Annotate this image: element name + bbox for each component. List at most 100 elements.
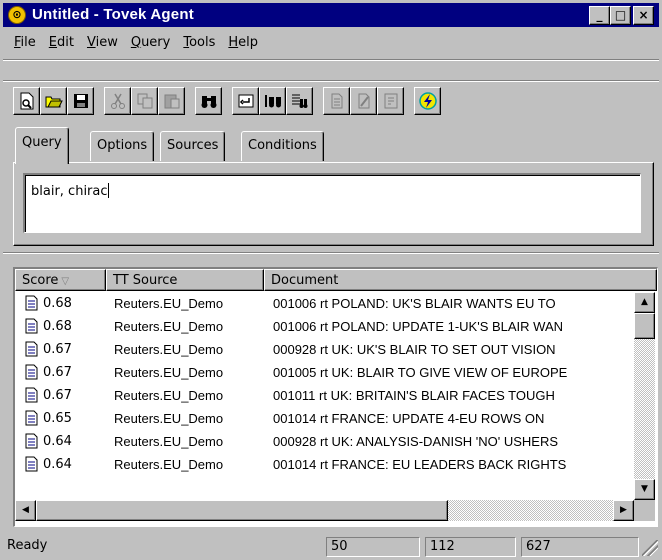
document-icon bbox=[25, 364, 38, 380]
close-button[interactable]: × bbox=[633, 6, 654, 25]
tab-conditions[interactable]: Conditions bbox=[241, 131, 324, 161]
table-row[interactable]: 0.67 Reuters.EU_Demo 001011 rt UK: BRITA… bbox=[15, 384, 633, 407]
search-hits-button[interactable] bbox=[259, 87, 286, 115]
document-cell: 001006 rt POLAND: UK'S BLAIR WANTS EU TO bbox=[273, 296, 556, 311]
menu-view[interactable]: View bbox=[87, 35, 118, 50]
menu-file[interactable]: File bbox=[14, 35, 36, 50]
enter-query-icon bbox=[238, 94, 253, 108]
new-query-button[interactable] bbox=[13, 87, 40, 115]
properties-button[interactable] bbox=[377, 87, 404, 115]
source-cell: Reuters.EU_Demo bbox=[114, 434, 224, 449]
table-row[interactable]: 0.68 Reuters.EU_Demo 001006 rt POLAND: U… bbox=[15, 292, 633, 315]
copy-button[interactable] bbox=[131, 87, 158, 115]
source-cell: Reuters.EU_Demo bbox=[114, 411, 224, 426]
lightning-execute-icon bbox=[418, 92, 437, 110]
query-input[interactable]: blair, chirac bbox=[23, 173, 641, 233]
scroll-up-button[interactable]: ▲ bbox=[634, 292, 655, 313]
menu-query[interactable]: Query bbox=[131, 35, 171, 50]
scroll-left-button[interactable]: ◀ bbox=[15, 500, 36, 521]
table-row[interactable]: 0.64 Reuters.EU_Demo 001014 rt FRANCE: E… bbox=[15, 453, 633, 476]
document-cell: 001011 rt UK: BRITAIN'S BLAIR FACES TOUG… bbox=[273, 388, 555, 403]
document-cell: 001006 rt POLAND: UPDATE 1-UK'S BLAIR WA… bbox=[273, 319, 564, 334]
document-cell: 000928 rt UK: ANALYSIS-DANISH 'NO' USHER… bbox=[273, 434, 559, 449]
paste-button[interactable] bbox=[158, 87, 185, 115]
document-icon bbox=[331, 93, 342, 109]
menu-tools[interactable]: Tools bbox=[183, 35, 215, 50]
scroll-right-button[interactable]: ▶ bbox=[613, 500, 634, 521]
maximize-button[interactable]: □ bbox=[610, 6, 631, 25]
score-cell: 0.67 bbox=[43, 365, 72, 380]
results-list[interactable]: Score ▽ TT Source Document 0.68 Reuters.E… bbox=[13, 267, 658, 527]
enter-query-button[interactable] bbox=[232, 87, 259, 115]
tab-sources[interactable]: Sources bbox=[160, 131, 226, 161]
menu-edit[interactable]: Edit bbox=[49, 35, 74, 50]
document-button[interactable] bbox=[323, 87, 350, 115]
scroll-down-button[interactable]: ▼ bbox=[634, 479, 655, 500]
minimize-button[interactable]: _ bbox=[589, 6, 610, 25]
table-row[interactable]: 0.67 Reuters.EU_Demo 001005 rt UK: BLAIR… bbox=[15, 361, 633, 384]
app-window: ⊙ Untitled - Tovek Agent _ □ × File Edit… bbox=[0, 0, 662, 560]
splitter[interactable] bbox=[3, 252, 659, 254]
save-button[interactable] bbox=[67, 87, 94, 115]
execute-button[interactable] bbox=[414, 87, 441, 115]
score-cell: 0.67 bbox=[43, 342, 72, 357]
cut-button[interactable] bbox=[104, 87, 131, 115]
source-cell: Reuters.EU_Demo bbox=[114, 296, 224, 311]
status-panel-1: 50 bbox=[326, 537, 420, 557]
score-cell: 0.65 bbox=[43, 411, 72, 426]
column-header-score[interactable]: Score ▽ bbox=[15, 269, 106, 291]
column-header-tt-source[interactable]: TT Source bbox=[106, 269, 264, 291]
status-panel-2: 112 bbox=[425, 537, 516, 557]
source-cell: Reuters.EU_Demo bbox=[114, 388, 224, 403]
find-button[interactable] bbox=[195, 87, 222, 115]
tovek-app-icon[interactable]: ⊙ bbox=[8, 6, 26, 24]
search-hits-icon bbox=[264, 95, 281, 108]
menu-separator bbox=[3, 59, 659, 61]
paste-icon bbox=[164, 94, 179, 109]
properties-icon bbox=[384, 93, 397, 109]
vertical-scrollbar[interactable]: ▲ ▼ bbox=[634, 292, 655, 500]
status-text: Ready bbox=[7, 538, 48, 553]
horizontal-scroll-thumb[interactable] bbox=[36, 500, 448, 521]
search-results-icon bbox=[291, 94, 307, 108]
column-header-document[interactable]: Document bbox=[264, 269, 657, 291]
horizontal-scrollbar[interactable]: ◀ ▶ bbox=[15, 500, 634, 521]
menu-help[interactable]: Help bbox=[228, 35, 258, 50]
search-results-button[interactable] bbox=[286, 87, 313, 115]
vertical-scroll-thumb[interactable] bbox=[634, 313, 655, 339]
tab-query[interactable]: Query bbox=[15, 127, 69, 164]
scroll-corner bbox=[634, 500, 655, 521]
document-icon bbox=[25, 433, 38, 449]
source-cell: Reuters.EU_Demo bbox=[114, 365, 224, 380]
tab-options[interactable]: Options bbox=[90, 131, 155, 161]
edit-document-button[interactable] bbox=[350, 87, 377, 115]
score-cell: 0.64 bbox=[43, 434, 72, 449]
score-cell: 0.64 bbox=[43, 457, 72, 472]
new-icon bbox=[20, 92, 33, 110]
document-icon bbox=[25, 410, 38, 426]
copy-icon bbox=[137, 93, 152, 109]
score-cell: 0.68 bbox=[43, 296, 72, 311]
table-row[interactable]: 0.64 Reuters.EU_Demo 000928 rt UK: ANALY… bbox=[15, 430, 633, 453]
document-cell: 001014 rt FRANCE: EU LEADERS BACK RIGHTS bbox=[273, 457, 567, 472]
open-button[interactable] bbox=[40, 87, 67, 115]
save-disk-icon bbox=[73, 94, 88, 108]
table-row[interactable]: 0.68 Reuters.EU_Demo 001006 rt POLAND: U… bbox=[15, 315, 633, 338]
open-folder-icon bbox=[45, 96, 63, 108]
source-cell: Reuters.EU_Demo bbox=[114, 319, 224, 334]
document-icon bbox=[25, 318, 38, 334]
score-cell: 0.67 bbox=[43, 388, 72, 403]
document-icon bbox=[25, 341, 38, 357]
sort-descending-icon: ▽ bbox=[61, 276, 70, 287]
table-row[interactable]: 0.67 Reuters.EU_Demo 000928 rt UK: UK'S … bbox=[15, 338, 633, 361]
results-header: Score ▽ TT Source Document bbox=[15, 269, 657, 291]
title-bar[interactable]: ⊙ Untitled - Tovek Agent _ □ × bbox=[3, 3, 659, 27]
resize-grip-icon[interactable] bbox=[642, 540, 658, 556]
table-row[interactable]: 0.65 Reuters.EU_Demo 001014 rt FRANCE: U… bbox=[15, 407, 633, 430]
status-panel-3: 627 bbox=[521, 537, 639, 557]
edit-document-icon bbox=[358, 93, 369, 109]
binoculars-search-icon bbox=[201, 96, 216, 108]
toolbar-separator bbox=[3, 80, 659, 82]
document-cell: 001005 rt UK: BLAIR TO GIVE VIEW OF EURO… bbox=[273, 365, 568, 380]
source-cell: Reuters.EU_Demo bbox=[114, 457, 224, 472]
